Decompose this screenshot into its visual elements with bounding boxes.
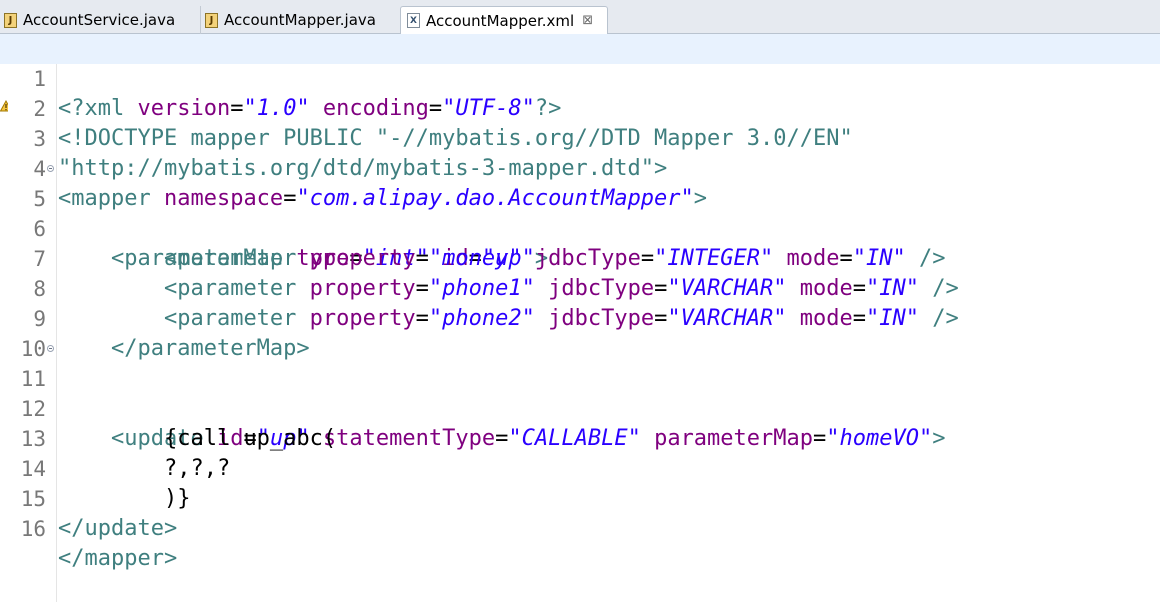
tab-account-service-java[interactable]: J AccountService.java xyxy=(4,6,194,34)
fold-toggle-icon[interactable] xyxy=(47,345,54,352)
tab-label: AccountService.java xyxy=(23,11,176,29)
code-line[interactable]: 7 <parameter property="phone1" jdbcType=… xyxy=(0,214,1160,301)
code-line[interactable]: 14 )} xyxy=(0,424,1160,511)
line-number: 16 xyxy=(20,517,46,541)
code-line[interactable]: 2 <!DOCTYPE mapper PUBLIC "-//mybatis.or… xyxy=(0,64,1160,151)
code-line[interactable]: 16 </mapper> xyxy=(0,484,1160,571)
code-line[interactable]: 4 <mapper namespace="com.alipay.dao.Acco… xyxy=(0,124,1160,211)
code-line[interactable]: 1 <?xml version="1.0" encoding="UTF-8"?> xyxy=(0,34,1160,121)
code-line[interactable]: 15 </update> xyxy=(0,454,1160,541)
tab-label: AccountMapper.xml xyxy=(426,11,575,30)
fold-toggle-icon[interactable] xyxy=(47,165,54,172)
code-line[interactable]: 6 <parameter property="money" jdbcType="… xyxy=(0,184,1160,271)
java-file-icon: J xyxy=(4,12,17,28)
xml-file-icon: X xyxy=(407,13,420,28)
tab-account-mapper-xml[interactable]: X AccountMapper.xml ⊠ xyxy=(400,6,608,34)
code-line[interactable]: 12 {call up_abc( xyxy=(0,364,1160,451)
xml-editor[interactable]: 1 <?xml version="1.0" encoding="UTF-8"?>… xyxy=(0,34,1160,602)
code-line[interactable]: 13 ?,?,? xyxy=(0,394,1160,481)
code-line[interactable]: 9 </parameterMap> xyxy=(0,274,1160,361)
editor-tab-bar: J AccountService.java J AccountMapper.ja… xyxy=(0,0,1160,34)
code-line[interactable]: 8 <parameter property="phone2" jdbcType=… xyxy=(0,244,1160,331)
tab-label: AccountMapper.java xyxy=(224,11,376,29)
code-lines: 1 <?xml version="1.0" encoding="UTF-8"?>… xyxy=(0,34,1160,571)
code-line[interactable]: 11 <update id="up" statementType="CALLAB… xyxy=(0,334,1160,451)
java-file-icon: J xyxy=(205,12,218,28)
code-line[interactable]: 10 xyxy=(0,304,1160,361)
code-line[interactable]: 5 <parameterMap type="int" id="up"> xyxy=(0,154,1160,271)
tab-account-mapper-java[interactable]: J AccountMapper.java xyxy=(200,6,395,34)
code-line[interactable]: 3 "http://mybatis.org/dtd/mybatis-3-mapp… xyxy=(0,94,1160,181)
close-tab-icon[interactable]: ⊠ xyxy=(582,14,593,27)
